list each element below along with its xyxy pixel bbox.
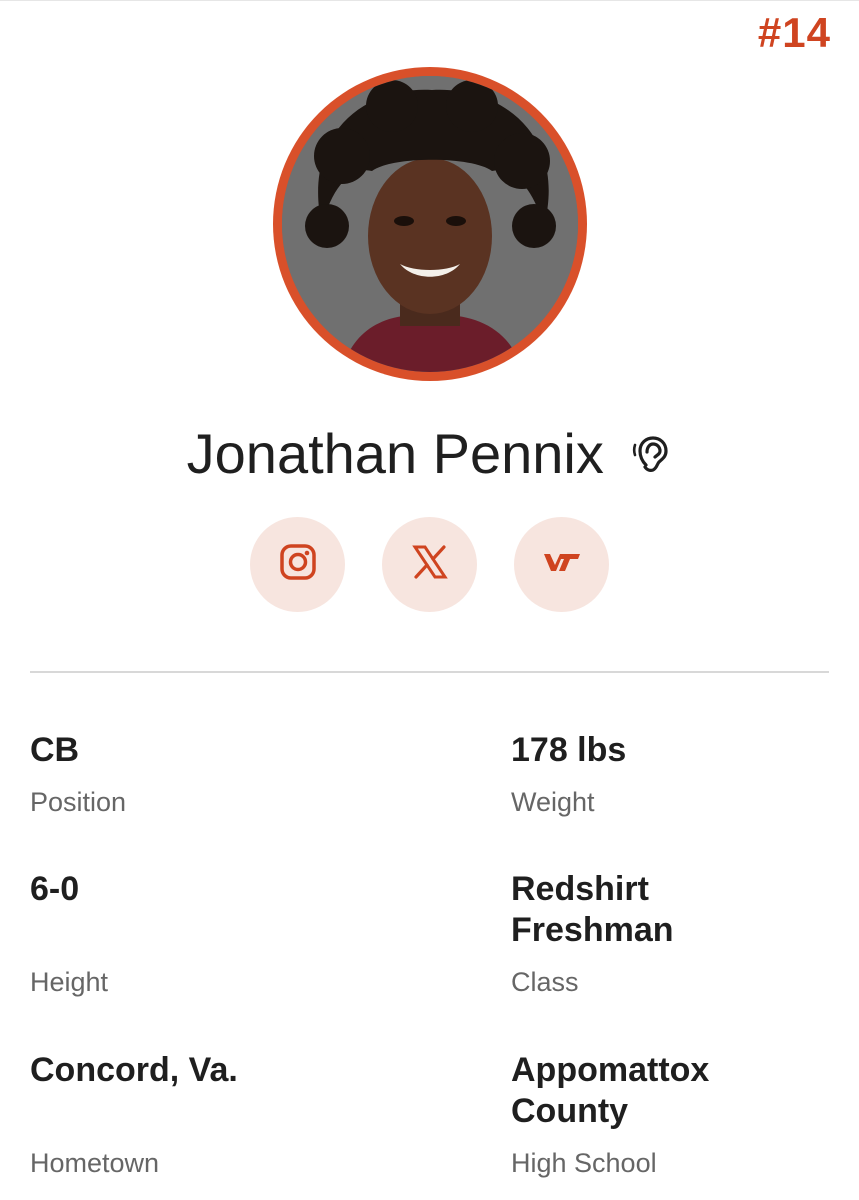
stat-weight: 178 lbs bbox=[511, 730, 841, 771]
stat-value: CB bbox=[30, 731, 80, 769]
player-name-row: Jonathan Pennix bbox=[0, 421, 859, 486]
stat-label: Hometown bbox=[30, 1148, 160, 1178]
stat-value: Appomattox County bbox=[511, 1051, 710, 1130]
vt-logo-icon bbox=[542, 550, 582, 579]
player-avatar bbox=[282, 76, 578, 372]
instagram-button[interactable] bbox=[250, 517, 345, 612]
player-avatar-ring bbox=[273, 67, 587, 381]
player-profile-page: #14 Jonathan Pennix CB Position 178 lbs … bbox=[0, 0, 859, 1200]
stat-label: Height bbox=[30, 967, 109, 997]
team-site-button[interactable] bbox=[514, 517, 609, 612]
stat-label: Class bbox=[511, 967, 579, 997]
ear-pronunciation-icon[interactable] bbox=[632, 433, 672, 475]
stat-hometown: Concord, Va. bbox=[30, 1050, 360, 1091]
stat-value: Redshirt Freshman bbox=[511, 870, 674, 949]
stat-value: 178 lbs bbox=[511, 731, 627, 769]
x-twitter-button[interactable] bbox=[382, 517, 477, 612]
stat-position: CB bbox=[30, 730, 360, 771]
stat-value: Concord, Va. bbox=[30, 1051, 238, 1089]
stat-label: Position bbox=[30, 787, 127, 817]
player-photo bbox=[282, 76, 578, 372]
stat-class: Redshirt Freshman bbox=[511, 869, 711, 951]
stat-height: 6-0 bbox=[30, 869, 360, 910]
social-links bbox=[0, 517, 859, 612]
jersey-number: #14 bbox=[757, 9, 831, 56]
section-divider bbox=[30, 671, 829, 673]
stat-label: High School bbox=[511, 1148, 657, 1178]
x-twitter-icon bbox=[411, 545, 448, 584]
stat-label: Weight bbox=[511, 787, 595, 817]
instagram-icon bbox=[279, 543, 317, 586]
stat-high-school: Appomattox County bbox=[511, 1050, 741, 1132]
stat-value: 6-0 bbox=[30, 870, 80, 908]
player-name: Jonathan Pennix bbox=[186, 422, 604, 485]
